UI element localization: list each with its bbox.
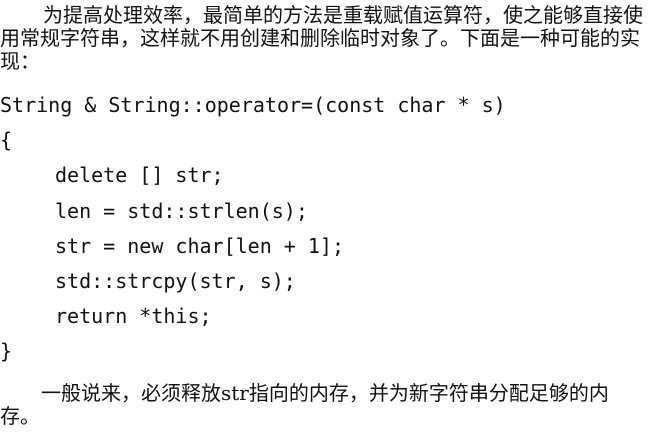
code-block: String & String::operator=(const char * … [0,88,640,370]
code-line-strcpy: std::strcpy(str, s); [55,268,296,293]
code-line-open-brace: { [0,128,13,153]
intro-paragraph: 为提高处理效率，最简单的方法是重载赋值运算符，使之能够直接使用常规字符串，这样就… [0,3,643,73]
document-page: 为提高处理效率，最简单的方法是重载赋值运算符，使之能够直接使用常规字符串，这样就… [0,0,650,443]
code-line-close-brace: } [0,339,13,364]
closing-paragraph: 一般说来，必须释放str指向的内存，并为新字符串分配足够的内存。 [0,381,609,428]
code-line-delete: delete [] str; [55,163,224,188]
code-line-new: str = new char[len + 1]; [55,233,344,258]
code-line-return: return *this; [55,304,212,329]
code-line-signature: String & String::operator=(const char * … [0,93,506,117]
code-line-len: len = std::strlen(s); [55,198,308,223]
